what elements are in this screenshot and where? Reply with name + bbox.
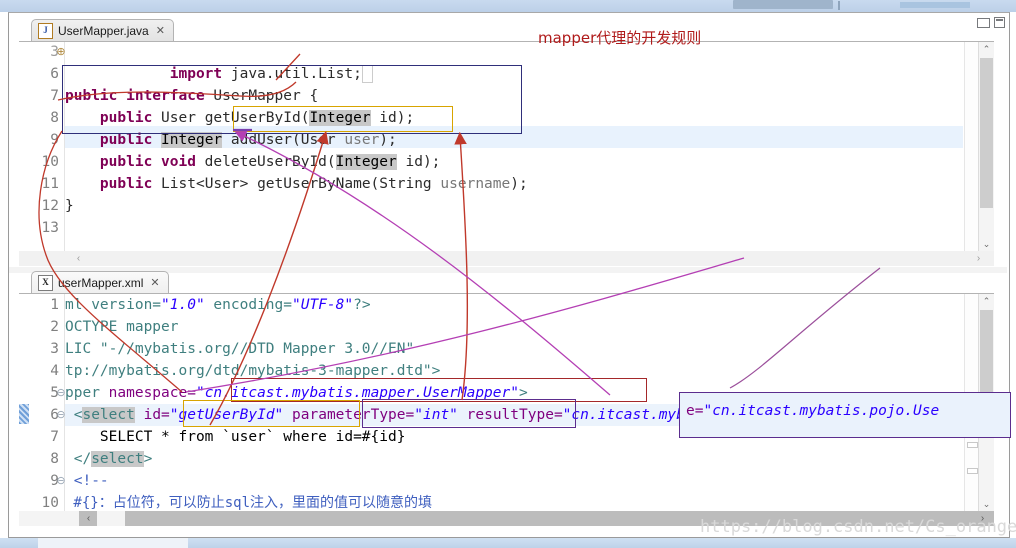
result-type-callout-box: e="cn.itcast.mybatis.pojo.Use	[679, 392, 1011, 438]
scroll-down-icon[interactable]: ⌄	[979, 497, 994, 512]
scroll-down-icon[interactable]: ⌄	[979, 237, 994, 252]
code-line: public void deleteUserById(Integer id);	[99, 154, 441, 170]
code-line: OCTYPE mapper	[65, 319, 179, 335]
java-overview-ruler[interactable]	[964, 42, 979, 252]
xml-line-number-gutter: 1 2 3 4 5 ⊖ 6 ⊖ 7 8 9 ⊖ 10 11	[19, 294, 66, 512]
scroll-left-icon[interactable]: ‹	[71, 251, 86, 266]
tab-label: UserMapper.java	[58, 24, 149, 38]
ruler-mark[interactable]	[967, 468, 978, 474]
scrollbar-thumb[interactable]	[980, 58, 993, 208]
line-number: 8	[50, 451, 59, 467]
code-line: public List<User> getUserByName(String u…	[99, 176, 528, 192]
code-line: #{}：占位符，可以防止sql注入，里面的值可以随意的填	[65, 495, 433, 512]
line-number: 6	[50, 66, 59, 82]
java-code-area[interactable]: 3 ⊕ 6 7 8 9 10 11 12 13 import java.util…	[19, 41, 994, 252]
line-number: 7	[50, 88, 59, 104]
annotation-title-text: mapper代理的开发规则	[538, 29, 702, 47]
window-title-strip	[0, 0, 1016, 12]
scroll-up-icon[interactable]: ⌃	[979, 294, 994, 309]
java-file-icon: J	[38, 23, 53, 39]
editor-area-frame: J UserMapper.java ✕ 3 ⊕ 6 7 8 9 10 11 12…	[8, 12, 1010, 538]
line-number: 8	[50, 110, 59, 126]
code-line: <!--	[65, 473, 109, 489]
title-strip-segment-light	[900, 2, 970, 8]
tab-label: userMapper.xml	[58, 276, 144, 290]
ruler-mark[interactable]	[967, 442, 978, 448]
watermark-text: https://blog.csdn.net/Cs_orange	[700, 517, 1016, 537]
line-number: 9	[50, 132, 59, 148]
line-number: 10	[41, 154, 59, 170]
line-number: 4	[50, 363, 59, 379]
code-line: }	[65, 198, 74, 214]
java-line-number-gutter: 3 ⊕ 6 7 8 9 10 11 12 13	[19, 42, 66, 252]
scroll-up-icon[interactable]: ⌃	[979, 42, 994, 57]
close-icon[interactable]: ✕	[156, 25, 165, 37]
code-line: </select>	[65, 451, 153, 467]
line-number: 7	[50, 429, 59, 445]
code-line: public User getUserById(Integer id);	[99, 110, 415, 126]
line-number: 10	[41, 495, 59, 511]
line-number: 2	[50, 319, 59, 335]
maximize-icon[interactable]	[994, 17, 1005, 28]
code-line: SELECT * from `user` where id=#{id}	[65, 429, 406, 445]
java-editor-part: J UserMapper.java ✕ 3 ⊕ 6 7 8 9 10 11 12…	[19, 19, 994, 266]
bottom-view-bar	[0, 538, 1016, 548]
line-number: 3	[50, 341, 59, 357]
code-line: public interface UserMapper {	[65, 88, 319, 104]
code-line: public Integer addUser(User user);	[99, 132, 397, 148]
eclipse-ide-window: J UserMapper.java ✕ 3 ⊕ 6 7 8 9 10 11 12…	[0, 0, 1016, 548]
code-line: LIC "-//mybatis.org//DTD Mapper 3.0//EN"	[65, 341, 415, 357]
tab-user-mapper-xml[interactable]: X userMapper.xml ✕	[31, 271, 169, 294]
xml-file-icon: X	[38, 275, 53, 291]
code-token: import	[169, 66, 223, 82]
title-strip-tick	[838, 1, 840, 10]
line-number: 13	[41, 220, 59, 236]
line-number: 12	[41, 198, 59, 214]
bottom-tab-group[interactable]	[38, 538, 188, 548]
line-number: 1	[50, 297, 59, 313]
java-code-text[interactable]: import java.util.List; public interface …	[65, 42, 994, 252]
close-icon[interactable]: ✕	[150, 277, 159, 289]
code-line: pper namespace="cn.itcast.mybatis.mapper…	[65, 385, 528, 401]
scroll-left-icon[interactable]: ‹	[81, 511, 96, 526]
tab-user-mapper-java[interactable]: J UserMapper.java ✕	[31, 19, 174, 42]
line-number: 11	[41, 176, 59, 192]
code-line: ml version="1.0" encoding="UTF-8"?>	[65, 297, 371, 313]
code-line: tp://mybatis.org/dtd/mybatis-3-mapper.dt…	[65, 363, 441, 379]
scroll-right-icon[interactable]: ›	[971, 251, 986, 266]
callout-text: e="cn.itcast.mybatis.pojo.Use	[686, 403, 940, 419]
change-marker	[19, 404, 29, 424]
java-vertical-scrollbar[interactable]: ⌃ ⌄	[978, 42, 994, 252]
java-horizontal-scrollbar[interactable]: ‹ ›	[19, 251, 994, 266]
title-strip-segment	[733, 0, 833, 9]
